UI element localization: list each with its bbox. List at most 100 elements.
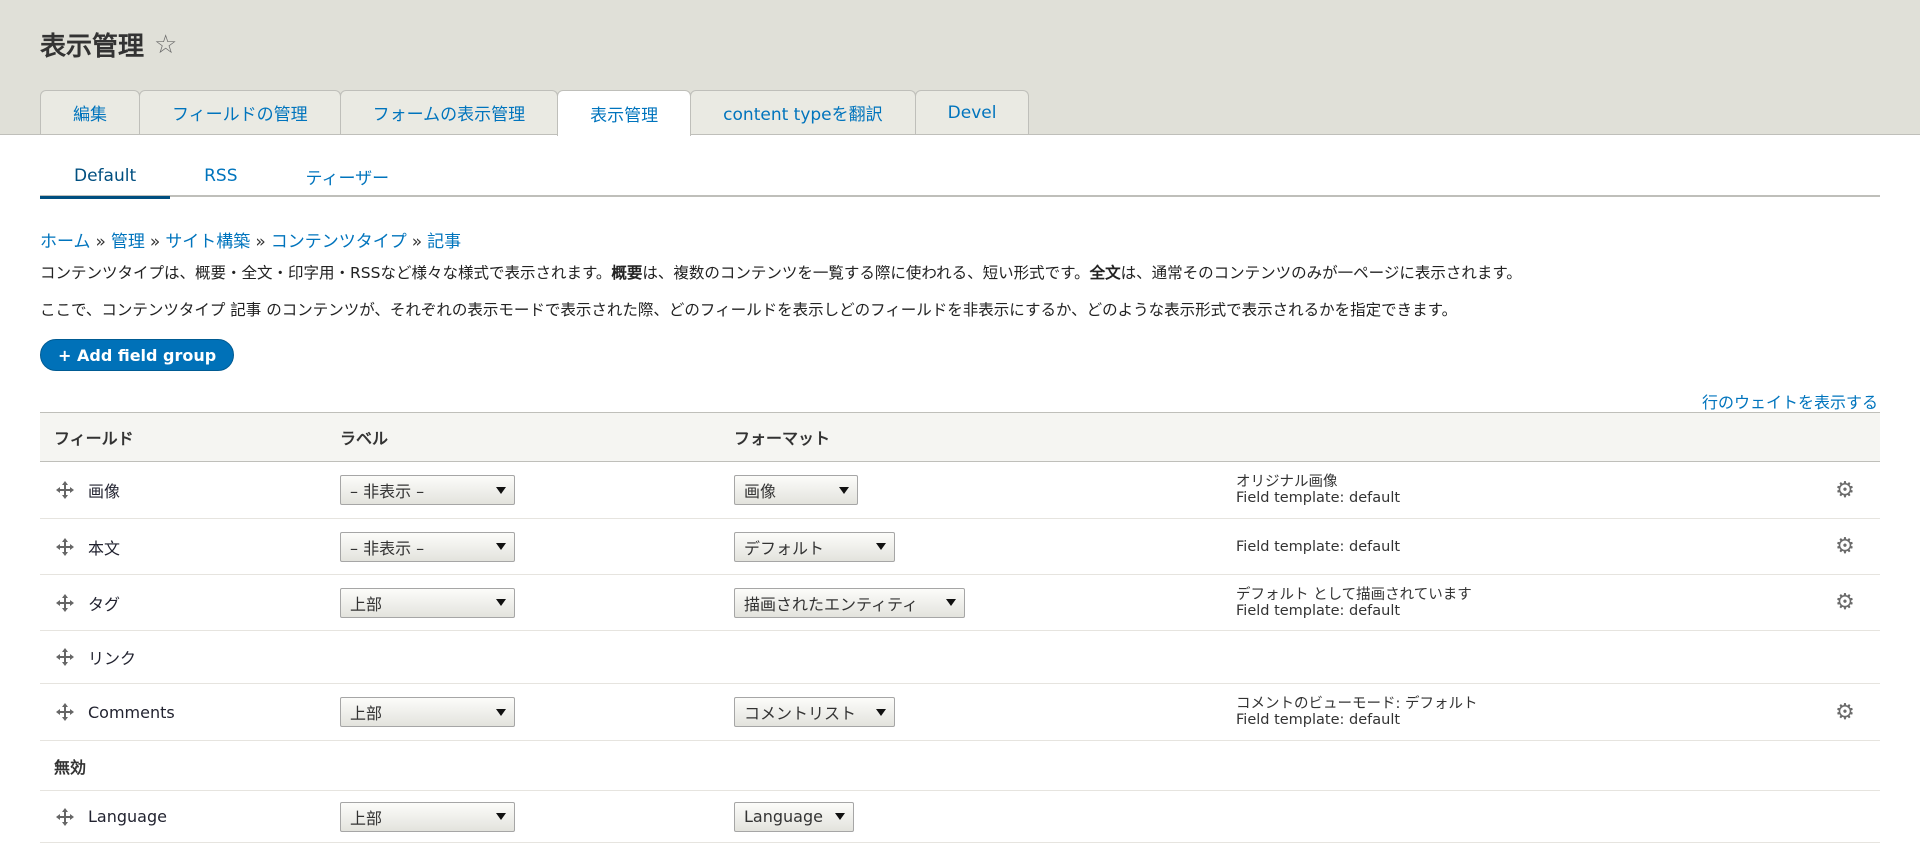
field-cell: Comments [40, 701, 340, 723]
summary-line: Field template: default [1236, 538, 1401, 555]
ops-cell: ⚙ [1810, 590, 1880, 615]
drag-handle-icon[interactable] [54, 536, 76, 558]
format-cell: 画像 [734, 475, 1236, 505]
summary-line: オリジナル画像 [1236, 474, 1338, 490]
breadcrumb: ホーム» 管理» サイト構築» コンテンツタイプ» 記事 [40, 227, 461, 252]
drag-handle-icon[interactable] [54, 592, 76, 614]
breadcrumb-separator: » [149, 232, 161, 252]
drag-handle-icon[interactable] [54, 806, 76, 828]
field-cell: Language [40, 806, 340, 828]
subtab-rss[interactable]: RSS [170, 155, 271, 197]
field-name: リンク [88, 649, 137, 668]
ops-cell: ⚙ [1810, 478, 1880, 503]
breadcrumb-home[interactable]: ホーム [40, 232, 91, 252]
gear-icon[interactable]: ⚙ [1835, 700, 1855, 725]
select-value: 上部 [350, 704, 383, 723]
gear-icon[interactable]: ⚙ [1835, 534, 1855, 559]
breadcrumb-article[interactable]: 記事 [427, 232, 461, 252]
star-icon[interactable]: ☆ [154, 30, 177, 60]
tab-manage-fields[interactable]: フィールドの管理 [139, 90, 341, 134]
desc-text: は、通常そのコンテンツのみが一ページに表示されます。 [1120, 264, 1522, 282]
label-select[interactable]: – 非表示 – [340, 475, 515, 505]
select-value: 描画されたエンティティ [744, 594, 919, 614]
table-row: 画像 – 非表示 – 画像 オリジナル画像 Field template: de… [40, 462, 1880, 519]
chevron-down-icon [496, 813, 506, 820]
select-value: デフォルト [744, 538, 825, 558]
chevron-down-icon [876, 708, 886, 716]
primary-tabs: 編集 フィールドの管理 フォームの表示管理 表示管理 content typeを… [40, 90, 1030, 136]
format-select[interactable]: Language [734, 801, 854, 832]
breadcrumb-content-types[interactable]: コンテンツタイプ [271, 232, 407, 252]
select-value: 上部 [350, 594, 383, 614]
breadcrumb-separator: » [95, 232, 106, 252]
label-cell: 上部 [340, 697, 734, 727]
select-value: 画像 [744, 482, 777, 501]
breadcrumb-admin[interactable]: 管理 [111, 232, 145, 252]
table-row: タグ 上部 描画されたエンティティ デフォルト として描画されています Fiel… [40, 575, 1880, 631]
gear-icon[interactable]: ⚙ [1835, 590, 1855, 615]
format-select[interactable]: 画像 [734, 475, 858, 505]
chevron-down-icon [496, 486, 506, 494]
format-select[interactable]: 描画されたエンティティ [734, 587, 965, 618]
page-title-text: 表示管理 [40, 32, 145, 62]
secondary-tabs: Default RSS ティーザー [40, 155, 1880, 199]
ops-cell: ⚙ [1810, 534, 1880, 559]
field-name: 本文 [88, 538, 121, 558]
label-select[interactable]: 上部 [340, 801, 515, 832]
breadcrumb-separator: » [255, 232, 266, 252]
desc-bold-full: 全文 [1089, 264, 1121, 282]
gear-icon[interactable]: ⚙ [1835, 478, 1855, 503]
table-header: フィールド ラベル フォーマット [40, 412, 1880, 462]
drag-handle-icon[interactable] [54, 701, 76, 723]
table-row: Comments 上部 コメントリスト コメントのビューモード: デフォルト F… [40, 684, 1880, 741]
select-value: 上部 [350, 808, 383, 828]
desc-text: コンテンツタイプは、概要・全文・印字用・RSSなど様々な様式で表示されます。 [40, 264, 612, 282]
summary-line: Field template: default [1236, 602, 1401, 619]
tab-edit[interactable]: 編集 [40, 90, 140, 134]
drag-handle-icon[interactable] [54, 479, 76, 501]
field-name: Language [88, 807, 167, 826]
label-select[interactable]: – 非表示 – [340, 531, 515, 562]
description-line-1: コンテンツタイプは、概要・全文・印字用・RSSなど様々な様式で表示されます。概要… [40, 261, 1522, 283]
label-cell: – 非表示 – [340, 531, 734, 562]
breadcrumb-separator: » [411, 232, 423, 252]
field-name: 画像 [88, 482, 121, 501]
chevron-down-icon [496, 543, 506, 550]
label-cell: 上部 [340, 801, 734, 832]
format-cell: デフォルト [734, 531, 1236, 562]
breadcrumb-structure[interactable]: サイト構築 [165, 232, 250, 252]
select-value: – 非表示 – [350, 482, 425, 501]
field-cell: タグ [40, 591, 340, 615]
label-cell: 上部 [340, 587, 734, 618]
desc-bold-summary: 概要 [611, 264, 643, 282]
select-value: Language [744, 807, 823, 826]
chevron-down-icon [946, 599, 956, 606]
format-cell: Language [734, 801, 1236, 832]
subtab-default[interactable]: Default [40, 155, 171, 199]
show-row-weights-link[interactable]: 行のウェイトを表示する [1702, 389, 1878, 413]
subtab-teaser[interactable]: ティーザー [272, 155, 424, 197]
label-select[interactable]: 上部 [340, 697, 515, 727]
summary-line: コメントのビューモード: デフォルト [1236, 696, 1478, 712]
tab-devel[interactable]: Devel [914, 90, 1030, 134]
tab-manage-display[interactable]: 表示管理 [557, 90, 692, 136]
select-value: コメントリスト [744, 704, 857, 723]
drag-handle-icon[interactable] [54, 646, 76, 668]
format-select[interactable]: デフォルト [734, 531, 895, 562]
fields-table: フィールド ラベル フォーマット 画像 – 非表示 – 画像 オリジナル画像 F… [40, 412, 1880, 843]
chevron-down-icon [496, 599, 506, 606]
select-value: – 非表示 – [350, 538, 425, 558]
format-cell: 描画されたエンティティ [734, 587, 1236, 618]
tab-manage-form-display[interactable]: フォームの表示管理 [339, 90, 559, 134]
label-select[interactable]: 上部 [340, 587, 515, 618]
tab-translate[interactable]: content typeを翻訳 [690, 90, 916, 134]
table-row: Language 上部 Language [40, 791, 1880, 843]
field-cell: 本文 [40, 535, 340, 559]
format-select[interactable]: コメントリスト [734, 697, 895, 727]
disabled-section-row: 無効 [40, 741, 1880, 791]
summary-cell: Field template: default [1236, 539, 1810, 555]
summary-cell: デフォルト として描画されています Field template: defaul… [1236, 587, 1810, 619]
summary-line: Field template: default [1236, 490, 1401, 506]
add-field-group-button[interactable]: + Add field group [40, 339, 235, 371]
description-line-2: ここで、コンテンツタイプ 記事 のコンテンツが、それぞれの表示モードで表示された… [40, 301, 1458, 319]
